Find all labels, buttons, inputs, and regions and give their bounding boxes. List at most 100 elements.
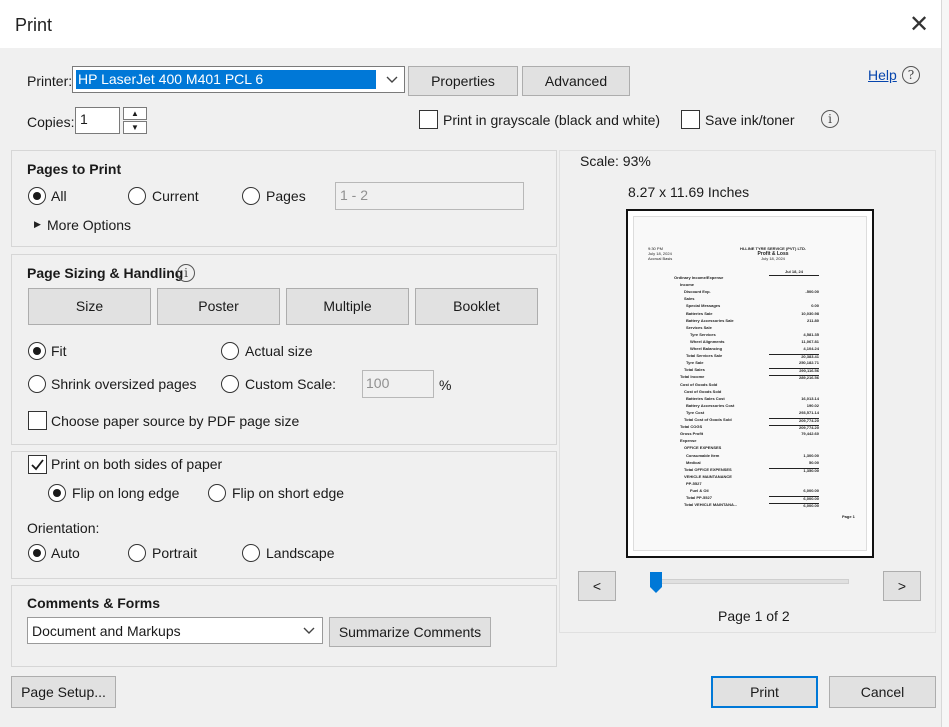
advanced-button[interactable]: Advanced [522,66,630,96]
report-value: 4,104.24 [803,346,819,351]
custom-scale-radio[interactable] [221,375,239,393]
sizing-info-icon[interactable]: i [177,264,195,282]
scale-label: Scale: 93% [580,153,651,169]
pages-to-print-title: Pages to Print [27,161,122,177]
cancel-button[interactable]: Cancel [829,676,936,708]
both-sides-label: Print on both sides of paper [51,456,223,472]
print-button[interactable]: Print [711,676,818,708]
report-line: Gross Profit [680,431,704,437]
help-icon[interactable]: ? [902,66,920,84]
report-line: Batteries Sales Cost [686,395,725,401]
pages-range-input[interactable]: 1 - 2 [335,182,524,210]
copies-down-icon[interactable]: ▼ [123,121,147,134]
grayscale-checkbox[interactable] [419,110,438,129]
properties-button[interactable]: Properties [408,66,518,96]
preview-paper: 9:30 PM July 18, 2024 Accrual Basis HI-L… [633,216,867,551]
report-line: Total Cost of Goods Sold [684,417,732,422]
printer-select[interactable]: HP LaserJet 400 M401 PCL 6 [72,66,405,93]
report-value: 11,067.81 [801,338,819,344]
printer-selected-value: HP LaserJet 400 M401 PCL 6 [75,69,377,90]
report-value: 290,116.56 [769,368,819,374]
portrait-radio[interactable] [128,544,146,562]
report-line: Total Services Sale [686,353,723,359]
shrink-label: Shrink oversized pages [51,376,197,392]
save-ink-checkbox[interactable] [681,110,700,129]
report-period: July 18, 2024 [761,256,785,261]
copies-up-icon[interactable]: ▲ [123,107,147,120]
fit-radio[interactable] [28,342,46,360]
report-basis: Accrual Basis [648,256,673,261]
report-page-number: Page 1 [842,514,855,519]
page-slider-thumb[interactable] [650,572,662,593]
current-label: Current [152,188,199,204]
custom-scale-input[interactable]: 100 [362,370,434,398]
both-sides-checkbox[interactable] [28,455,47,474]
report-line: Sales [684,296,695,302]
report-line: OFFICE EXPENSES [684,445,722,451]
report-value: 289,216.56 [769,375,819,381]
report-line: Cost of Goods Sold [680,381,718,387]
chevron-down-icon[interactable] [383,70,401,89]
booklet-button[interactable]: Booklet [415,288,538,325]
report-value: 209,774.20 [769,425,819,431]
size-button[interactable]: Size [28,288,151,325]
pages-label: Pages [266,188,306,204]
comments-select[interactable]: Document and Markups [27,617,323,644]
report-value: 6,000.00 [769,503,819,509]
report-value: 16,013.14 [801,395,819,401]
info-icon[interactable]: i [821,110,839,128]
report-value: 211.80 [806,317,819,323]
next-page-button[interactable]: > [883,571,921,601]
page-slider-track[interactable] [650,579,849,584]
copies-input[interactable]: 1 [75,107,120,134]
actual-size-label: Actual size [245,343,313,359]
prev-page-button[interactable]: < [578,571,616,601]
report-value: 50.00 [808,459,819,465]
chevron-down-icon[interactable] [302,621,316,643]
comments-forms-title: Comments & Forms [27,595,161,611]
report-line: Tyre Cost [686,409,705,415]
short-edge-radio[interactable] [208,484,226,502]
report-value: 10,030.98 [801,310,819,316]
long-edge-label: Flip on long edge [72,485,180,501]
short-edge-label: Flip on short edge [232,485,345,501]
save-ink-label: Save ink/toner [705,112,795,128]
close-icon[interactable]: ✕ [905,12,933,40]
report-line: Special Messages [686,303,721,309]
all-radio[interactable] [28,187,46,205]
report-line: Consumable Item [686,452,720,458]
grayscale-label: Print in grayscale (black and white) [443,112,661,128]
poster-button[interactable]: Poster [157,288,280,325]
report-line: VEHICLE MAINTANANCE [684,473,732,479]
actual-size-radio[interactable] [221,342,239,360]
shrink-radio[interactable] [28,375,46,393]
expand-triangle-icon[interactable]: ▶ [34,219,41,230]
pages-radio[interactable] [242,187,260,205]
help-link[interactable]: Help [868,67,897,83]
report-column-header: Jul 18, 24 [769,269,819,276]
report-line: Ordinary Income/Expense [674,275,724,280]
fit-label: Fit [51,343,67,359]
report-line: Tyre Sale [686,360,704,366]
printer-label: Printer: [27,73,73,89]
current-radio[interactable] [128,187,146,205]
report-line: Total Income [680,374,705,380]
report-line: Cost of Goods Sold [684,388,722,394]
page-setup-button[interactable]: Page Setup... [11,676,116,708]
long-edge-radio[interactable] [48,484,66,502]
summarize-comments-button[interactable]: Summarize Comments [329,617,491,647]
window-title: Print [15,15,53,35]
all-label: All [51,188,67,204]
orientation-label: Orientation: [27,520,100,536]
multiple-button[interactable]: Multiple [286,288,409,325]
landscape-radio[interactable] [242,544,260,562]
report-value: 1,300.00 [803,452,819,458]
report-value: -500.00 [805,289,819,295]
report-line: Fuel & Oil [690,488,709,493]
paper-source-checkbox[interactable] [28,411,47,430]
more-options-link[interactable]: More Options [47,217,131,233]
auto-radio[interactable] [28,544,46,562]
report-value: 1,350.00 [769,467,819,474]
report-line: Battery Accessories Cost [686,402,735,408]
report-line: Medical [686,459,701,465]
